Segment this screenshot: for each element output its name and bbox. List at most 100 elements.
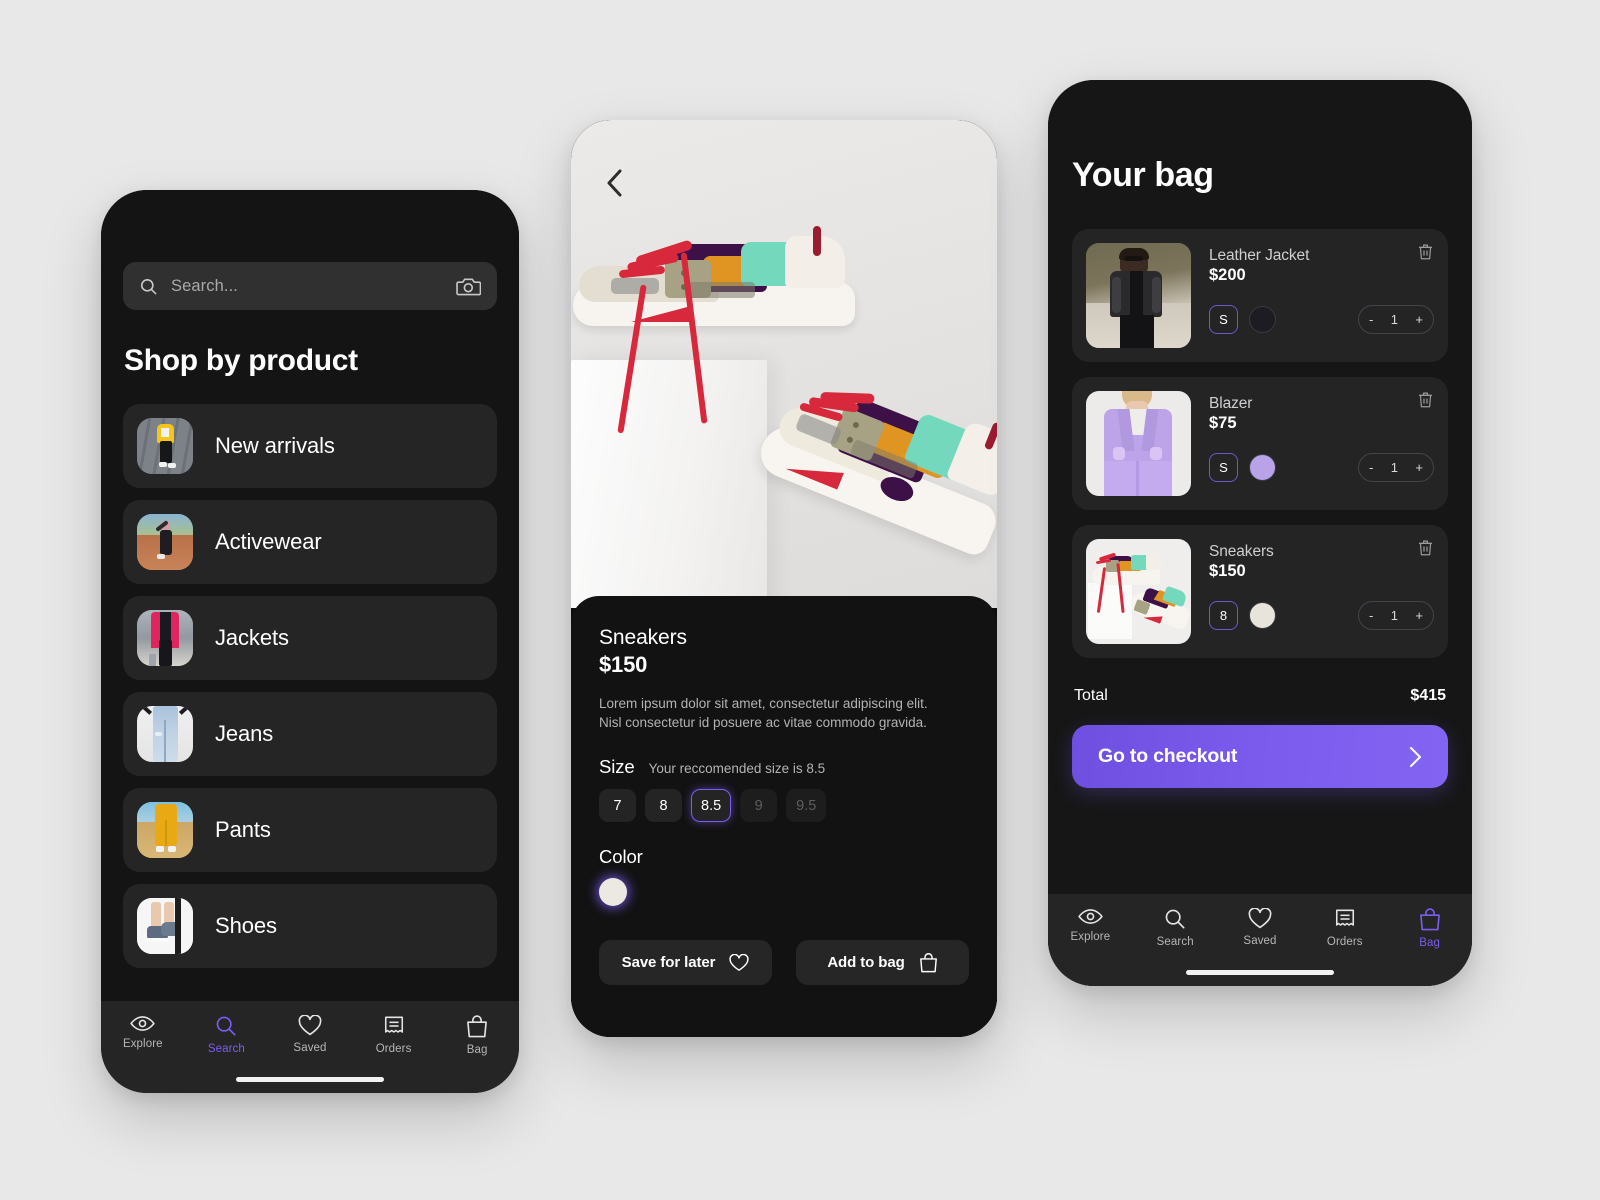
size-option-7[interactable]: 7	[599, 789, 636, 823]
search-icon	[215, 1015, 237, 1037]
bag-screen: Your bag Leather Jacket $200 S - 1 + Bla…	[1048, 80, 1472, 986]
tab-label: Explore	[122, 1038, 163, 1050]
category-label: Jackets	[215, 625, 289, 650]
category-thumbnail	[137, 610, 193, 666]
category-item-new-arrivals[interactable]: New arrivals	[123, 404, 497, 488]
eye-icon	[130, 1015, 156, 1032]
tab-search[interactable]: Search	[1144, 908, 1206, 948]
category-label: Shoes	[215, 913, 277, 938]
quantity-stepper: - 1 +	[1358, 305, 1434, 334]
bag-item-info: Blazer $75 S - 1 +	[1209, 391, 1434, 496]
tab-orders[interactable]: Orders	[1314, 908, 1376, 948]
bag-item-size[interactable]: 8	[1209, 601, 1238, 630]
category-thumbnail	[137, 898, 193, 954]
save-for-later-button[interactable]: Save for later	[599, 940, 772, 986]
category-item-jackets[interactable]: Jackets	[123, 596, 497, 680]
chevron-right-icon	[1409, 746, 1422, 768]
bag-item-size[interactable]: S	[1209, 453, 1238, 482]
bag-item-color[interactable]	[1249, 306, 1276, 333]
size-section-title: Size	[599, 756, 635, 778]
bag-item-list: Leather Jacket $200 S - 1 + Blazer $75 S…	[1072, 229, 1448, 658]
bag-item-controls: 8 - 1 +	[1209, 601, 1434, 630]
category-thumbnail	[137, 706, 193, 762]
category-label: Pants	[215, 817, 271, 842]
product-name: Sneakers	[599, 626, 687, 649]
decrement-button[interactable]: -	[1369, 312, 1373, 327]
back-button[interactable]	[597, 166, 631, 200]
delete-item-button[interactable]	[1418, 391, 1433, 413]
add-to-bag-button[interactable]: Add to bag	[796, 940, 969, 986]
phone-product-screen: Sneakers $150 Lorem ipsum dolor sit amet…	[571, 120, 997, 1037]
search-icon	[139, 277, 158, 296]
tab-search[interactable]: Search	[195, 1015, 257, 1055]
delete-item-button[interactable]	[1418, 539, 1433, 561]
quantity-stepper: - 1 +	[1358, 601, 1434, 630]
category-item-activewear[interactable]: Activewear	[123, 500, 497, 584]
tab-orders[interactable]: Orders	[363, 1015, 425, 1055]
receipt-icon	[383, 1015, 405, 1037]
heart-icon	[1248, 908, 1272, 929]
trash-icon	[1418, 391, 1433, 408]
category-label: Jeans	[215, 721, 274, 746]
bag-item-blazer: Blazer $75 S - 1 +	[1072, 377, 1448, 510]
size-option-9-5: 9.5	[786, 789, 827, 823]
tab-saved[interactable]: Saved	[279, 1015, 341, 1054]
bag-item-sneakers: Sneakers $150 8 - 1 +	[1072, 525, 1448, 658]
category-item-shoes[interactable]: Shoes	[123, 884, 497, 968]
bag-item-size[interactable]: S	[1209, 305, 1238, 334]
category-item-jeans[interactable]: Jeans	[123, 692, 497, 776]
size-option-9: 9	[740, 789, 778, 823]
bag-icon	[919, 952, 938, 973]
size-options: 7 8 8.5 9 9.5	[599, 789, 969, 823]
go-to-checkout-button[interactable]: Go to checkout	[1072, 725, 1448, 788]
search-icon	[1164, 908, 1186, 930]
category-item-pants[interactable]: Pants	[123, 788, 497, 872]
sneaker-upper	[573, 226, 863, 434]
category-thumbnail	[137, 418, 193, 474]
bag-item-controls: S - 1 +	[1209, 453, 1434, 482]
heart-icon	[298, 1015, 322, 1036]
product-hero-image	[571, 120, 997, 608]
tab-saved[interactable]: Saved	[1229, 908, 1291, 947]
tab-explore[interactable]: Explore	[1059, 908, 1121, 943]
tab-label: Bag	[1419, 937, 1440, 949]
bag-item-color[interactable]	[1249, 454, 1276, 481]
display-plinth	[571, 360, 767, 608]
camera-icon[interactable]	[456, 276, 481, 297]
tab-explore[interactable]: Explore	[112, 1015, 174, 1050]
checkout-label: Go to checkout	[1098, 745, 1238, 767]
decrement-button[interactable]: -	[1369, 460, 1373, 475]
color-options	[599, 878, 969, 907]
bag-item-name: Leather Jacket	[1209, 247, 1310, 264]
product-price: $150	[599, 652, 648, 677]
bag-item-color[interactable]	[1249, 602, 1276, 629]
tab-label: Orders	[1326, 936, 1363, 948]
page-title: Your bag	[1072, 156, 1214, 194]
increment-button[interactable]: +	[1415, 460, 1423, 475]
product-screen: Sneakers $150 Lorem ipsum dolor sit amet…	[571, 120, 997, 1037]
chevron-left-icon	[606, 169, 623, 197]
quantity-value: 1	[1390, 608, 1398, 623]
tab-bag[interactable]: Bag	[446, 1015, 508, 1056]
product-description: Lorem ipsum dolor sit amet, consectetur …	[599, 696, 928, 731]
size-option-8[interactable]: 8	[645, 789, 682, 823]
delete-item-button[interactable]	[1418, 243, 1433, 265]
mockup-stage: Search... Shop by product New arrivals A…	[0, 0, 1600, 1200]
tab-label: Orders	[375, 1043, 412, 1055]
size-option-8-5[interactable]: 8.5	[691, 789, 732, 823]
page-title: Shop by product	[124, 344, 358, 377]
bag-item-controls: S - 1 +	[1209, 305, 1434, 334]
decrement-button[interactable]: -	[1369, 608, 1373, 623]
increment-button[interactable]: +	[1415, 608, 1423, 623]
bag-item-thumbnail	[1086, 243, 1191, 348]
tab-bag[interactable]: Bag	[1399, 908, 1461, 949]
sneaker-lower	[727, 330, 997, 608]
color-swatch-cream[interactable]	[599, 878, 627, 907]
increment-button[interactable]: +	[1415, 312, 1423, 327]
bag-item-price: $200	[1209, 266, 1246, 284]
search-input[interactable]: Search...	[123, 262, 497, 310]
bag-screen-body: Your bag Leather Jacket $200 S - 1 + Bla…	[1048, 80, 1472, 894]
product-detail-panel: Sneakers $150 Lorem ipsum dolor sit amet…	[571, 596, 997, 1037]
order-total-row: Total $415	[1072, 687, 1448, 705]
category-thumbnail	[137, 802, 193, 858]
